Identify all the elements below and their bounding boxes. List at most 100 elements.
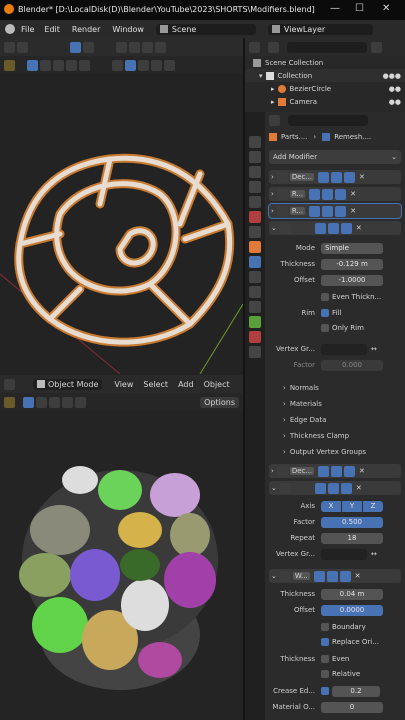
only-rim-checkbox[interactable] [321, 323, 329, 332]
collection-tab-icon[interactable] [249, 226, 261, 238]
delete-icon[interactable]: ✕ [356, 224, 362, 232]
offset-field[interactable]: -1.0000 [321, 274, 383, 286]
menu-edit[interactable]: Edit [44, 25, 60, 34]
select-box-icon[interactable] [27, 59, 38, 71]
overlay-icon[interactable] [70, 41, 81, 53]
modifier-solidify[interactable]: ⌄ ✕ [269, 221, 401, 235]
visibility-icon[interactable] [112, 59, 123, 71]
search-icon[interactable] [164, 59, 175, 71]
shading-solid-icon[interactable] [129, 41, 140, 53]
proportional-icon[interactable] [17, 41, 28, 53]
editmode-icon[interactable] [314, 482, 326, 494]
select-extend-icon[interactable] [40, 59, 51, 71]
menu-add[interactable]: Add [178, 380, 194, 389]
select-invert-icon-2[interactable] [62, 396, 73, 408]
shading-material-icon[interactable] [142, 41, 153, 53]
mode-selector[interactable]: Object Mode [33, 378, 103, 390]
expand-icon[interactable]: › [271, 207, 274, 215]
shading-wire-icon[interactable] [116, 41, 127, 53]
render-icon[interactable] [340, 482, 352, 494]
delete-icon[interactable]: ✕ [350, 207, 356, 215]
menu-window[interactable]: Window [112, 25, 144, 34]
axis-y-button[interactable]: Y [342, 500, 362, 512]
collapse-icon[interactable]: ⌄ [271, 572, 277, 580]
menu-object[interactable]: Object [204, 380, 230, 389]
realtime-icon[interactable] [327, 482, 339, 494]
delete-icon[interactable]: ✕ [359, 173, 365, 181]
crease-field[interactable]: 0.2 [332, 685, 380, 697]
expand-icon[interactable]: › [271, 190, 274, 198]
scene-selector[interactable]: Scene [155, 23, 256, 35]
filter3-icon[interactable] [151, 59, 162, 71]
modifier-name[interactable]: R... [289, 190, 306, 198]
even-checkbox[interactable] [321, 654, 329, 663]
subpanel-output-vertex-groups[interactable]: › Output Vertex Groups [283, 444, 405, 460]
item-visibility-icon[interactable]: ●● [389, 98, 401, 106]
realtime-icon[interactable] [331, 465, 343, 477]
minimize-button[interactable]: — [330, 3, 340, 14]
realtime-icon[interactable] [322, 188, 334, 200]
particles-tab-icon[interactable] [249, 271, 261, 283]
fill-checkbox[interactable] [321, 308, 329, 317]
factor-field[interactable]: 0.000 [321, 359, 383, 371]
delete-icon[interactable]: ✕ [359, 467, 365, 475]
viewport-top[interactable] [0, 38, 243, 375]
modifier-name[interactable]: Dec... [289, 467, 315, 475]
render-icon[interactable] [344, 465, 356, 477]
only-rim-row[interactable]: Only Rim [265, 321, 405, 334]
properties-editor-icon[interactable] [269, 114, 280, 126]
vertex-group-field[interactable] [321, 343, 367, 355]
physics-tab-icon[interactable] [249, 286, 261, 298]
factor-field[interactable]: 0.500 [321, 516, 383, 528]
object-tab-icon[interactable] [249, 241, 261, 253]
outliner-collection[interactable]: ▾ Collection ●●● [245, 69, 405, 82]
vertex-group-field[interactable] [321, 548, 367, 560]
select-extend-icon-2[interactable] [36, 396, 47, 408]
maximize-button[interactable]: ☐ [355, 3, 364, 14]
thickness-field[interactable]: -0.129 m [321, 258, 383, 270]
shading-rendered-icon[interactable] [155, 41, 166, 53]
collection-expand-icon[interactable]: ▾ [259, 72, 263, 80]
editmode-icon[interactable] [309, 188, 321, 200]
render-icon[interactable] [335, 205, 347, 217]
render-icon[interactable] [335, 188, 347, 200]
close-button[interactable]: ✕ [382, 3, 390, 14]
modifier-tab-icon[interactable] [249, 256, 261, 268]
delete-icon[interactable]: ✕ [355, 572, 361, 580]
select-subtract-icon[interactable] [53, 59, 64, 71]
material-field[interactable]: 0 [321, 701, 383, 713]
select-box-icon-2[interactable] [23, 396, 34, 408]
collapse-icon[interactable]: ⌄ [271, 484, 277, 492]
replace-original-checkbox[interactable] [321, 637, 329, 646]
editmode-icon[interactable] [309, 205, 321, 217]
replace-original-row[interactable]: Replace Ori... [265, 635, 405, 648]
render-icon[interactable] [339, 570, 351, 582]
expand-icon[interactable]: › [271, 173, 274, 181]
outliner-scene-collection[interactable]: Scene Collection [245, 56, 405, 69]
properties-search-field[interactable] [288, 114, 368, 126]
mode-dropdown[interactable]: Simple [321, 242, 383, 254]
realtime-icon[interactable] [331, 171, 343, 183]
boundary-checkbox[interactable] [321, 622, 329, 631]
modifier-wireframe[interactable]: ⌄ W... ✕ [269, 569, 401, 583]
render-tab-icon[interactable] [249, 151, 261, 163]
editmode-icon[interactable] [318, 465, 330, 477]
axis-z-button[interactable]: Z [363, 500, 383, 512]
crease-checkbox[interactable] [321, 687, 329, 695]
texture-tab-icon[interactable] [249, 346, 261, 358]
material-tab-icon[interactable] [249, 331, 261, 343]
invert-icon[interactable]: ↔ [371, 345, 377, 353]
modifier-name[interactable]: W... [292, 572, 310, 580]
delete-icon[interactable]: ✕ [350, 190, 356, 198]
editmode-icon[interactable] [318, 171, 330, 183]
subpanel-materials[interactable]: › Materials [283, 396, 405, 412]
item-expand-icon[interactable]: ▸ [271, 98, 275, 106]
modifier-decimate[interactable]: › Dec... ✕ [269, 170, 401, 184]
subpanel-edge-data[interactable]: › Edge Data [283, 412, 405, 428]
data-tab-icon[interactable] [249, 316, 261, 328]
select-invert-icon[interactable] [66, 59, 77, 71]
xray-icon[interactable] [83, 41, 94, 53]
transform-icon[interactable] [4, 41, 15, 53]
thickness-field[interactable]: 0.04 m [321, 588, 383, 600]
relative-row[interactable]: Relative [265, 667, 405, 680]
